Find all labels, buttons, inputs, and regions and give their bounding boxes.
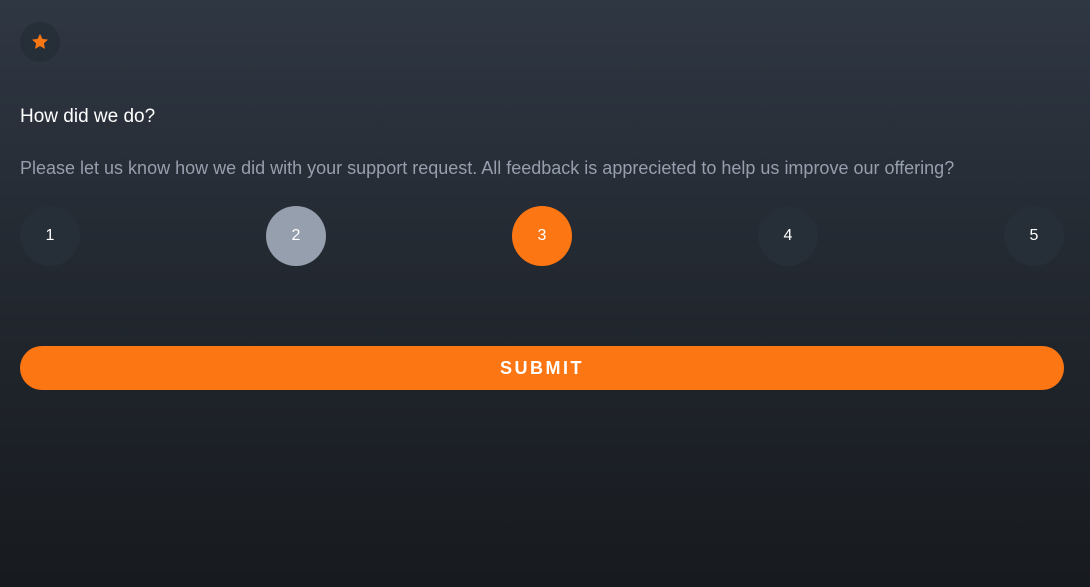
card-title: How did we do? bbox=[20, 106, 156, 127]
star-badge bbox=[20, 22, 60, 62]
rating-option-2[interactable]: 2 bbox=[266, 206, 326, 266]
rating-option-3[interactable]: 3 bbox=[512, 206, 572, 266]
rating-option-1[interactable]: 1 bbox=[20, 206, 80, 266]
star-icon bbox=[32, 33, 48, 49]
card-description: Please let us know how we did with your … bbox=[20, 158, 955, 178]
submit-button[interactable]: SUBMIT bbox=[20, 346, 1064, 390]
rating-option-5[interactable]: 5 bbox=[1004, 206, 1064, 266]
rating-card: How did we do? Please let us know how we… bbox=[20, 22, 1064, 390]
rating-option-4[interactable]: 4 bbox=[758, 206, 818, 266]
rating-options: 1 2 3 4 5 bbox=[20, 206, 1064, 266]
